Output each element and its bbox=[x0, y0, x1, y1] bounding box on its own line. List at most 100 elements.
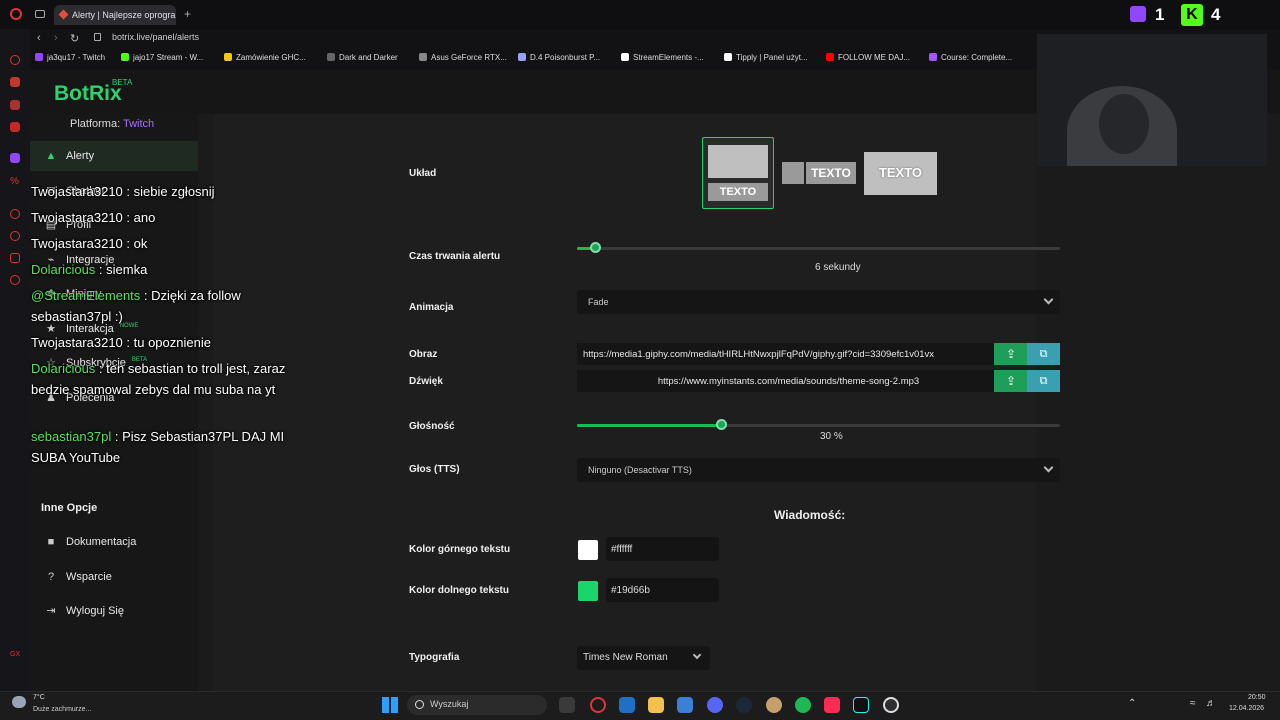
tab-title: Alerty | Najlepsze oprogra bbox=[72, 10, 176, 20]
bookmark-item[interactable]: D.4 Poisonburst P... bbox=[518, 53, 600, 62]
layout-option-side[interactable]: TEXTO bbox=[782, 152, 856, 195]
task-view-icon[interactable] bbox=[559, 697, 575, 713]
sidebar-item-help[interactable]: ? Wsparcie bbox=[30, 562, 198, 592]
layout-option-text: TEXTO bbox=[806, 162, 856, 184]
bookmark-favicon-icon bbox=[35, 53, 43, 61]
gx-icon[interactable]: GX bbox=[10, 651, 20, 661]
spotify-icon[interactable] bbox=[795, 697, 811, 713]
chat-message: Dolaricious : siemka bbox=[31, 259, 301, 280]
bookmark-item[interactable]: StreamElements -... bbox=[621, 53, 704, 62]
chat-text: : tu opoznienie bbox=[122, 335, 211, 350]
typography-label: Typografia bbox=[409, 652, 460, 663]
image-upload-button[interactable]: ⇪ bbox=[994, 343, 1028, 365]
chevron-down-icon bbox=[1043, 294, 1054, 305]
sidebar-item-label: Wyloguj Się bbox=[66, 605, 124, 617]
back-icon[interactable]: ‹ bbox=[37, 32, 41, 44]
image-url-input[interactable]: https://media1.giphy.com/media/tHIRLHtNw… bbox=[577, 343, 994, 365]
reload-icon[interactable]: ↻ bbox=[70, 32, 79, 45]
message-section-title: Wiadomość: bbox=[774, 508, 846, 522]
tiktok-icon[interactable] bbox=[853, 697, 869, 713]
vscode-icon[interactable] bbox=[677, 697, 693, 713]
sound-upload-button[interactable]: ⇪ bbox=[994, 370, 1028, 392]
bookmark-favicon-icon bbox=[224, 53, 232, 61]
volume-icon[interactable]: ♬ bbox=[1206, 698, 1216, 709]
bookmark-item[interactable]: FOLLOW ME DAJ... bbox=[826, 53, 910, 62]
chat-username: @StreamElements bbox=[31, 288, 141, 303]
sidebar-item-logout[interactable]: ⇥ Wyloguj Się bbox=[30, 596, 198, 626]
url-field[interactable]: botrix.live/panel/alerts bbox=[112, 32, 199, 42]
workspaces-icon[interactable] bbox=[35, 10, 45, 18]
chat-message: @StreamElements : Dzięki za follow sebas… bbox=[31, 285, 301, 327]
bookmark-item[interactable]: ja3qu17 - Twitch bbox=[35, 53, 105, 62]
opera-taskbar-icon[interactable] bbox=[590, 697, 606, 713]
weather-temp: 7°C bbox=[33, 694, 45, 701]
messenger-icon[interactable] bbox=[10, 77, 20, 87]
bookmark-favicon-icon bbox=[929, 53, 937, 61]
platform-indicator[interactable]: Platforma: Twitch bbox=[70, 118, 154, 130]
obs-icon[interactable] bbox=[883, 697, 899, 713]
chat-message: Twojastara3210 : ok bbox=[31, 233, 301, 254]
duration-slider-track[interactable] bbox=[577, 247, 1060, 250]
document-icon: ■ bbox=[47, 536, 55, 548]
youtube-icon[interactable] bbox=[10, 122, 20, 132]
percent-icon[interactable]: % bbox=[10, 176, 20, 187]
sound-library-button[interactable]: ⧉ bbox=[1027, 370, 1060, 392]
weather-icon bbox=[12, 696, 26, 708]
layout-option-overlay[interactable]: TEXTO bbox=[864, 152, 937, 195]
bookmark-item[interactable]: Dark and Darker bbox=[327, 53, 398, 62]
clock-time[interactable]: 20:50 bbox=[1248, 694, 1266, 701]
image-library-button[interactable]: ⧉ bbox=[1027, 343, 1060, 365]
chat-text: : siemka bbox=[95, 262, 148, 277]
clock-date[interactable]: 12.04.2026 bbox=[1229, 705, 1264, 712]
bookmark-item[interactable]: Course: Complete... bbox=[929, 53, 1012, 62]
alert-settings-panel bbox=[213, 114, 1036, 691]
logo-beta-badge: BETA bbox=[112, 78, 133, 87]
sound-url-input[interactable]: https://www.myinstants.com/media/sounds/… bbox=[577, 370, 994, 392]
layout-option-stacked[interactable]: TEXTO bbox=[702, 137, 774, 209]
network-icon[interactable]: ≈ bbox=[1190, 698, 1196, 709]
sidebar-item-label: Wsparcie bbox=[66, 570, 112, 583]
tab-alerty[interactable]: Alerty | Najlepsze oprogra bbox=[54, 5, 176, 25]
tts-select[interactable]: Ninguno (Desactivar TTS) bbox=[577, 458, 1060, 482]
bottom-color-swatch[interactable] bbox=[578, 581, 598, 601]
top-color-input[interactable]: #ffffff bbox=[606, 537, 719, 561]
typography-select[interactable]: Times New Roman bbox=[577, 646, 710, 670]
tts-value: Ninguno (Desactivar TTS) bbox=[588, 465, 692, 475]
paint-icon[interactable] bbox=[766, 697, 782, 713]
bookmark-label: jajo17 Stream - W... bbox=[133, 53, 204, 62]
forward-icon[interactable]: › bbox=[54, 32, 58, 44]
layout-label: Układ bbox=[409, 168, 437, 179]
chat-text: : ano bbox=[122, 210, 156, 225]
new-tab-button[interactable]: + bbox=[184, 7, 191, 21]
file-explorer-icon[interactable] bbox=[648, 697, 664, 713]
cube-icon[interactable] bbox=[10, 253, 20, 263]
discord-icon[interactable] bbox=[707, 697, 723, 713]
history-icon[interactable] bbox=[10, 55, 20, 65]
player-icon[interactable] bbox=[10, 209, 20, 219]
tray-chevron-icon[interactable]: ⌃ bbox=[1128, 698, 1136, 709]
sidebar-item-document[interactable]: ■ Dokumentacja bbox=[30, 527, 198, 557]
tiktok-studio-icon[interactable] bbox=[824, 697, 840, 713]
sidebar-item-alerty[interactable]: ▲ Alerty bbox=[30, 141, 198, 171]
bookmark-item[interactable]: Zamówienie GHC... bbox=[224, 53, 306, 62]
bookmark-label: StreamElements -... bbox=[633, 53, 704, 62]
bookmark-label: FOLLOW ME DAJ... bbox=[838, 53, 911, 62]
bookmark-item[interactable]: Tipply | Panel użyt... bbox=[724, 53, 808, 62]
bookmark-item[interactable]: Asus GeForce RTX... bbox=[419, 53, 507, 62]
opera-logo-icon[interactable] bbox=[10, 8, 22, 20]
volume-slider-handle[interactable] bbox=[715, 419, 727, 430]
bottom-color-input[interactable]: #19d66b bbox=[606, 578, 719, 602]
windows-start-icon[interactable] bbox=[382, 697, 398, 713]
taskbar-search-box[interactable]: Wyszukaj bbox=[407, 695, 547, 715]
store-icon[interactable] bbox=[619, 697, 635, 713]
chat-username: Dolaricious bbox=[31, 262, 96, 277]
clock-icon[interactable] bbox=[10, 231, 20, 241]
top-color-swatch[interactable] bbox=[578, 540, 598, 560]
animation-select[interactable]: Fade bbox=[577, 290, 1060, 314]
mail-icon[interactable] bbox=[10, 100, 20, 110]
steam-icon[interactable] bbox=[736, 697, 752, 713]
settings-icon[interactable] bbox=[10, 275, 20, 285]
twitch-sidebar-icon[interactable] bbox=[10, 153, 20, 163]
bookmark-item[interactable]: jajo17 Stream - W... bbox=[121, 53, 203, 62]
layout-option-text: TEXTO bbox=[878, 165, 923, 180]
